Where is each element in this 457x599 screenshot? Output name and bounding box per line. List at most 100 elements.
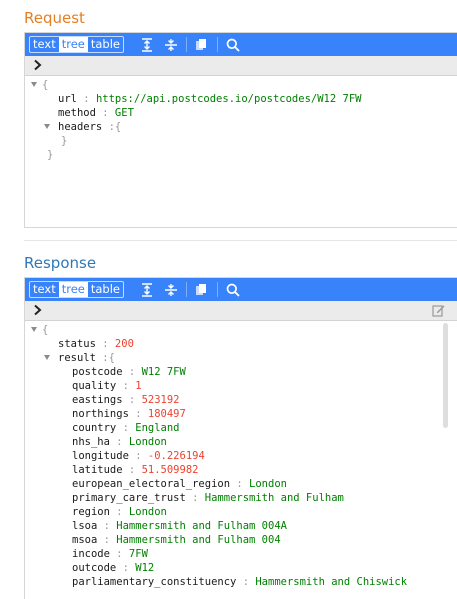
expand-toggle-icon[interactable] bbox=[31, 327, 37, 332]
result-field-row[interactable]: lsoa : Hammersmith and Fulham 004A bbox=[72, 519, 287, 533]
response-mode-switch: text tree table bbox=[29, 281, 124, 298]
field-key: region bbox=[72, 506, 110, 518]
section-divider bbox=[24, 240, 457, 241]
collapse-all-icon[interactable] bbox=[160, 33, 182, 56]
response-title: Response bbox=[24, 254, 97, 272]
request-title: Request bbox=[24, 9, 85, 27]
response-mode-tree[interactable]: tree bbox=[58, 282, 88, 297]
result-field-row[interactable]: postcode : W12 7FW bbox=[72, 365, 186, 379]
field-value: 7FW bbox=[128, 548, 148, 560]
field-value: Hammersmith and Fulham bbox=[204, 492, 344, 504]
result-field-row[interactable]: incode : 7FW bbox=[72, 547, 148, 561]
request-mode-text[interactable]: text bbox=[30, 37, 59, 52]
expand-toggle-icon[interactable] bbox=[31, 82, 37, 87]
field-key: primary_care_trust bbox=[72, 492, 186, 504]
field-value: Hammersmith and Fulham 004A bbox=[116, 520, 287, 532]
result-field-row[interactable]: parliamentary_constituency : Hammersmith… bbox=[72, 575, 407, 589]
result-field-row[interactable]: longitude : -0.226194 bbox=[72, 449, 205, 463]
headers-close-brace: } bbox=[61, 135, 68, 147]
open-brace: { bbox=[42, 79, 49, 91]
vertical-scrollbar[interactable] bbox=[443, 323, 448, 428]
toolbar-separator bbox=[216, 37, 218, 52]
result-field-row[interactable]: region : London bbox=[72, 505, 167, 519]
chevron-right-icon[interactable] bbox=[33, 304, 43, 316]
expand-all-icon[interactable] bbox=[136, 278, 158, 301]
headers-key: headers bbox=[58, 121, 103, 133]
open-brace: { bbox=[42, 324, 49, 336]
request-navigation-bar bbox=[25, 56, 457, 76]
search-icon[interactable] bbox=[222, 33, 244, 56]
url-value: https://api.postcodes.io/postcodes/W12 7… bbox=[95, 93, 362, 105]
copy-icon[interactable] bbox=[191, 278, 213, 301]
field-value: 51.509982 bbox=[141, 464, 199, 476]
expand-all-icon[interactable] bbox=[136, 33, 158, 56]
result-field-row[interactable]: latitude : 51.509982 bbox=[72, 463, 198, 477]
result-field-row[interactable]: eastings : 523192 bbox=[72, 393, 180, 407]
field-key: parliamentary_constituency bbox=[72, 576, 237, 588]
method-row[interactable]: method : GET bbox=[58, 106, 134, 120]
toolbar-separator bbox=[185, 37, 187, 52]
field-value: England bbox=[135, 422, 180, 434]
field-value: London bbox=[128, 506, 167, 518]
request-mode-switch: text tree table bbox=[29, 36, 124, 53]
field-key: msoa bbox=[72, 534, 98, 546]
field-key: postcode bbox=[72, 366, 123, 378]
field-value: W12 7FW bbox=[141, 366, 186, 378]
status-row[interactable]: status : 200 bbox=[58, 337, 134, 351]
field-key: country bbox=[72, 422, 117, 434]
result-key: result bbox=[58, 352, 96, 364]
result-field-row[interactable]: primary_care_trust : Hammersmith and Ful… bbox=[72, 491, 344, 505]
field-key: eastings bbox=[72, 394, 123, 406]
field-value: London bbox=[249, 478, 287, 490]
toolbar-separator bbox=[216, 282, 218, 297]
toolbar-separator bbox=[185, 282, 187, 297]
field-key: latitude bbox=[72, 464, 123, 476]
request-toolbar: text tree table bbox=[25, 33, 457, 56]
field-value: W12 bbox=[135, 562, 155, 574]
collapse-all-icon[interactable] bbox=[160, 278, 182, 301]
request-editor: text tree table { url : https://api.post… bbox=[24, 32, 457, 228]
response-editor: text tree table { status : 200 result :{… bbox=[24, 277, 457, 599]
field-value: London bbox=[128, 436, 167, 448]
search-icon[interactable] bbox=[222, 278, 244, 301]
field-value: Hammersmith and Chiswick bbox=[255, 576, 408, 588]
result-field-row[interactable]: northings : 180497 bbox=[72, 407, 186, 421]
chevron-right-icon[interactable] bbox=[33, 59, 43, 71]
response-navigation-bar bbox=[25, 301, 457, 321]
response-mode-text[interactable]: text bbox=[30, 282, 59, 297]
status-value: 200 bbox=[114, 338, 134, 350]
field-value: 180497 bbox=[147, 408, 186, 420]
copy-icon[interactable] bbox=[191, 33, 213, 56]
field-key: outcode bbox=[72, 562, 117, 574]
edit-icon[interactable] bbox=[432, 304, 445, 317]
method-value: GET bbox=[114, 107, 134, 119]
result-field-row[interactable]: quality : 1 bbox=[72, 379, 142, 393]
result-field-row[interactable]: msoa : Hammersmith and Fulham 004 bbox=[72, 533, 281, 547]
status-key: status bbox=[58, 338, 96, 350]
request-mode-table[interactable]: table bbox=[88, 37, 123, 52]
response-mode-table[interactable]: table bbox=[88, 282, 123, 297]
url-row[interactable]: url : https://api.postcodes.io/postcodes… bbox=[58, 92, 361, 106]
expand-toggle-icon[interactable] bbox=[44, 355, 50, 360]
field-value: Hammersmith and Fulham 004 bbox=[116, 534, 281, 546]
field-key: lsoa bbox=[72, 520, 98, 532]
url-key: url bbox=[58, 93, 77, 105]
field-key: nhs_ha bbox=[72, 436, 110, 448]
result-field-row[interactable]: outcode : W12 bbox=[72, 561, 154, 575]
close-brace: } bbox=[47, 149, 54, 161]
field-value: 1 bbox=[135, 380, 142, 392]
field-key: european_electoral_region bbox=[72, 478, 231, 490]
headers-row[interactable]: headers :{ bbox=[58, 120, 121, 134]
result-field-row[interactable]: nhs_ha : London bbox=[72, 435, 167, 449]
field-key: quality bbox=[72, 380, 117, 392]
field-value: -0.226194 bbox=[147, 450, 205, 462]
field-value: 523192 bbox=[141, 394, 180, 406]
request-mode-tree[interactable]: tree bbox=[58, 37, 88, 52]
expand-toggle-icon[interactable] bbox=[44, 124, 50, 129]
result-field-row[interactable]: european_electoral_region : London bbox=[72, 477, 287, 491]
result-field-row[interactable]: country : England bbox=[72, 421, 180, 435]
field-key: incode bbox=[72, 548, 110, 560]
response-toolbar: text tree table bbox=[25, 278, 457, 301]
result-row[interactable]: result :{ bbox=[58, 351, 115, 365]
field-key: northings bbox=[72, 408, 129, 420]
